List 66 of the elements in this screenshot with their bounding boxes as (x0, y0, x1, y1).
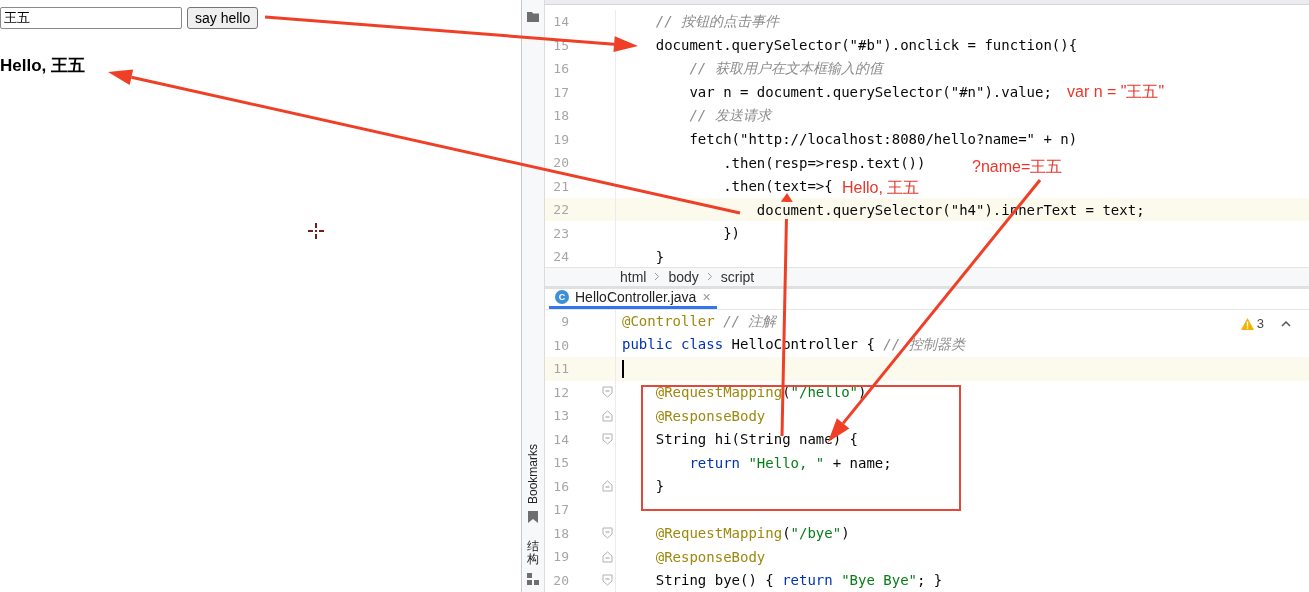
line-number: 11 (552, 361, 569, 377)
code-line: fetch("http://localhost:8080/hello?name=" + n) (689, 131, 1078, 147)
code-line: @ResponseBody (655, 548, 766, 565)
file-tab[interactable]: C HelloController.java × (549, 288, 717, 309)
chevron-up-icon[interactable] (1281, 320, 1291, 327)
fold-marker-icon[interactable] (602, 527, 613, 540)
structure-tab[interactable]: 结构 (527, 539, 539, 566)
line-number: 21 (552, 178, 569, 194)
fold-marker-icon[interactable] (602, 550, 613, 563)
line-number: 16 (552, 478, 569, 494)
annotation-note: var n = "王五" (1067, 82, 1165, 102)
code-line: @ResponseBody (655, 407, 766, 424)
say-hello-button[interactable]: say hello (187, 7, 259, 29)
breadcrumb-item[interactable]: script (720, 268, 755, 285)
annotation-note: ?name=王五 (972, 157, 1063, 177)
line-number: 22 (552, 202, 569, 217)
bookmark-icon[interactable] (528, 510, 538, 523)
code-line: // 获取用户在文本框输入的值 (689, 59, 883, 78)
annotation-note: Hello, 王五 (842, 178, 920, 198)
line-number: 15 (552, 455, 569, 471)
code-line: } (655, 478, 665, 495)
name-input[interactable]: 王五 (0, 7, 182, 29)
fold-marker-icon[interactable] (602, 433, 613, 446)
breadcrumb-item[interactable]: html (620, 268, 647, 285)
code-line: document.querySelector("#b").onclick = function(){ (655, 37, 1078, 53)
chevron-right-icon (706, 272, 713, 282)
code-line: var n = document.querySelector("#n").value; (689, 84, 1052, 100)
line-number: 12 (552, 384, 569, 400)
line-number: 19 (552, 131, 569, 147)
fold-marker-icon[interactable] (602, 480, 613, 493)
folder-icon[interactable] (527, 11, 539, 22)
code-line: @Controller // 注解 (622, 312, 777, 331)
line-number: 18 (552, 525, 569, 541)
greeting-heading: Hello, 王五 (0, 55, 85, 77)
code-line: return "Hello, " + name; (689, 454, 892, 471)
fold-marker-icon[interactable] (602, 386, 613, 399)
line-number: 20 (552, 572, 569, 588)
code-line: @RequestMapping("/bye") (655, 525, 850, 542)
line-number: 24 (552, 249, 569, 264)
line-number: 10 (552, 337, 569, 353)
code-line: // 按钮的点击事件 (655, 12, 779, 31)
fold-marker-icon[interactable] (602, 574, 613, 587)
line-number: 9 (560, 314, 569, 330)
line-number: 17 (552, 84, 569, 100)
line-number: 14 (552, 431, 569, 447)
bookmarks-tab[interactable]: Bookmarks (526, 443, 540, 504)
chevron-right-icon (654, 272, 661, 282)
code-line: .then(text=>{ (723, 178, 833, 194)
line-number: 23 (552, 225, 569, 241)
line-number: 19 (552, 549, 569, 565)
fold-marker-icon[interactable] (602, 409, 613, 422)
line-number: 20 (552, 155, 569, 170)
line-number: 17 (552, 502, 569, 518)
structure-icon[interactable] (527, 573, 539, 585)
code-line: // 发送请求 (689, 106, 771, 125)
line-number: 16 (552, 61, 569, 76)
class-file-icon: C (555, 290, 569, 305)
crosshair-cursor-icon (307, 222, 325, 240)
code-line: }) (723, 225, 740, 241)
line-number: 14 (552, 14, 569, 29)
line-number: 13 (552, 408, 569, 424)
code-line: } (655, 248, 665, 265)
breadcrumb-item[interactable]: body (668, 268, 699, 285)
line-number: 18 (552, 108, 569, 123)
code-line: .then(resp=>resp.text()) (723, 154, 926, 171)
code-line: String bye() { return "Bye Bye"; } (655, 572, 943, 589)
